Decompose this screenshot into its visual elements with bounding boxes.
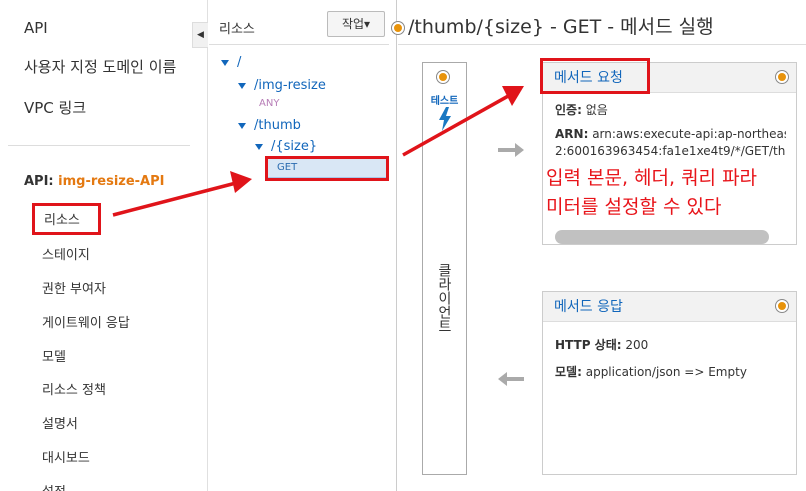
arn-row: ARN: arn:aws:execute-api:ap-northeast- <box>555 126 786 143</box>
title-status-dot <box>392 19 404 38</box>
expand-triangle-icon[interactable] <box>221 59 229 66</box>
tree-node-root[interactable]: / <box>221 55 241 70</box>
client-status-dot <box>437 71 449 83</box>
tree-node-img-resize[interactable]: /img-resize <box>238 78 326 93</box>
highlight-box-get <box>265 156 389 181</box>
request-status-dot <box>776 71 788 83</box>
api-prefix: API: <box>24 174 54 189</box>
http-status-value: 200 <box>625 338 649 352</box>
nav-divider <box>8 145 190 146</box>
tree-method-any[interactable]: ANY <box>259 98 279 109</box>
tree-title: 리소스 <box>219 22 255 37</box>
api-name[interactable]: img-resize-API <box>58 174 164 189</box>
horizontal-scrollbar[interactable] <box>555 230 769 244</box>
model-value: application/json => Empty <box>585 365 747 379</box>
http-status-row: HTTP 상태: 200 <box>555 336 786 353</box>
resource-tree-panel: 리소스 작업▾ / /img-resize ANY /thumb /{size}… <box>209 0 397 491</box>
arn-key: ARN: <box>555 127 589 141</box>
nav-sub-settings[interactable]: 설정 <box>42 481 66 491</box>
nav-item-vpc-link[interactable]: VPC 링크 <box>24 97 86 118</box>
annotation-line-2: 미터를 설정할 수 있다 <box>546 196 722 218</box>
method-request-body: 인증: 없음 ARN: arn:aws:execute-api:ap-north… <box>543 93 796 166</box>
nav-sub-stages[interactable]: 스테이지 <box>42 244 90 263</box>
highlight-box-method-request <box>540 58 650 94</box>
collapse-nav-button[interactable]: ◀ <box>192 22 208 48</box>
client-label: 클라이언트 <box>436 263 452 333</box>
nav-sub-models[interactable]: 모델 <box>42 346 66 365</box>
method-response-body: HTTP 상태: 200 모델: application/json => Emp… <box>543 322 796 386</box>
main-divider <box>398 44 806 45</box>
nav-item-api[interactable]: API <box>24 19 48 37</box>
lightning-bolt-icon[interactable] <box>437 107 453 131</box>
nav-sub-resource-policy[interactable]: 리소스 정책 <box>42 379 106 398</box>
auth-row: 인증: 없음 <box>555 101 786 118</box>
arn-value-1: arn:aws:execute-api:ap-northeast- <box>592 127 786 141</box>
auth-value: 없음 <box>585 103 608 117</box>
method-response-header: 메서드 응답 <box>543 292 796 322</box>
arrow-left-icon <box>498 372 524 386</box>
http-status-key: HTTP 상태: <box>555 338 622 352</box>
nav-item-custom-domain[interactable]: 사용자 지정 도메인 이름 <box>24 56 176 77</box>
arrow-right-icon <box>498 143 524 157</box>
tree-divider <box>209 44 389 45</box>
method-response-link[interactable]: 메서드 응답 <box>554 299 623 315</box>
expand-triangle-icon[interactable] <box>238 82 246 89</box>
model-key: 모델: <box>555 365 582 379</box>
nav-sub-authorizers[interactable]: 권한 부여자 <box>42 278 106 297</box>
page-title: /thumb/{size} - GET - 메서드 실행 <box>408 16 714 38</box>
nav-sub-dashboard[interactable]: 대시보드 <box>42 447 90 466</box>
highlight-box-resources <box>32 203 101 235</box>
expand-triangle-icon[interactable] <box>238 122 246 129</box>
arn-value-2: 2:600163963454:fa1e1xe4t9/*/GET/thum <box>555 144 786 158</box>
annotation-line-1: 입력 본문, 헤더, 쿼리 파라 <box>546 167 758 189</box>
response-status-dot <box>776 300 788 312</box>
left-navigation: API 사용자 지정 도메인 이름 VPC 링크 API: img-resize… <box>0 0 208 491</box>
nav-sub-documentation[interactable]: 설명서 <box>42 413 78 432</box>
model-row: 모델: application/json => Empty <box>555 363 786 380</box>
api-title: API: img-resize-API <box>24 174 165 189</box>
nav-sub-gateway-responses[interactable]: 게이트웨이 응답 <box>42 312 130 331</box>
client-column: 테스트 클라이언트 <box>422 62 467 475</box>
actions-dropdown-button[interactable]: 작업▾ <box>327 11 385 37</box>
expand-triangle-icon[interactable] <box>255 143 263 150</box>
test-link[interactable]: 테스트 <box>423 92 466 107</box>
method-response-panel: 메서드 응답 HTTP 상태: 200 모델: application/json… <box>542 291 797 475</box>
auth-key: 인증: <box>555 103 582 117</box>
tree-node-thumb[interactable]: /thumb <box>238 118 301 133</box>
annotation-text: 입력 본문, 헤더, 쿼리 파라 미터를 설정할 수 있다 <box>546 164 801 222</box>
tree-node-size[interactable]: /{size} <box>255 139 317 154</box>
